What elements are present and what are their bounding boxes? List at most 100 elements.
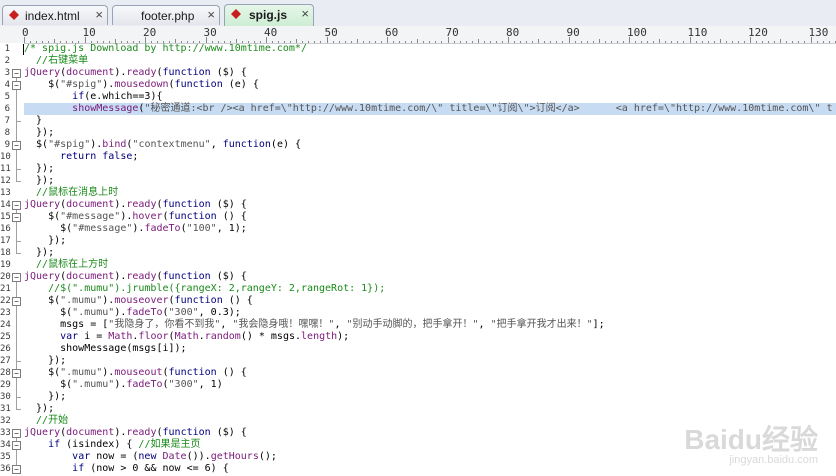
fold-guide	[16, 90, 17, 121]
tab-spig-js[interactable]: spig.js ×	[224, 4, 314, 26]
code-token: });	[24, 127, 55, 138]
code-token: fadeTo	[126, 307, 163, 318]
fold-toggle-icon[interactable]: −	[12, 369, 21, 378]
fold-end	[16, 241, 21, 242]
line-number: 10	[0, 152, 11, 162]
code-token: Math	[174, 331, 199, 342]
code-line[interactable]: return false;	[24, 151, 836, 163]
code-line[interactable]: showMessage(msgs[i]);	[24, 343, 836, 355]
code-token: showMessage	[72, 103, 139, 114]
code-line[interactable]: $("#spig").bind("contextmenu", function(…	[24, 139, 836, 151]
line-number: 32	[0, 416, 11, 426]
code-line[interactable]: $("#message").hover(function () {	[24, 211, 836, 223]
code-token: });	[24, 355, 67, 366]
fold-toggle-icon[interactable]: −	[12, 213, 21, 222]
code-line[interactable]: });	[24, 175, 836, 187]
code-line[interactable]: //$(".mumu").jrumble({rangeX: 2,rangeY: …	[24, 283, 836, 295]
code-line[interactable]: msgs = ["我隐身了，你看不到我", "我会隐身哦！嘿嘿！", "别动手动…	[24, 319, 836, 331]
line-number: 19	[0, 260, 11, 270]
line-number: 16	[0, 224, 11, 234]
code-token: //鼠标在消息上时	[24, 187, 119, 198]
fold-toggle-icon[interactable]: −	[12, 69, 21, 78]
code-line[interactable]: });	[24, 403, 836, 415]
fold-end	[16, 181, 21, 182]
code-line[interactable]: $(".mumu").mouseover(function () {	[24, 295, 836, 307]
code-line[interactable]: //鼠标在上方时	[24, 259, 836, 271]
code-token: });	[24, 247, 55, 258]
close-icon[interactable]: ×	[207, 7, 215, 22]
code-token: ).	[114, 379, 127, 390]
code-token: return false	[60, 151, 133, 162]
code-line[interactable]: $("#spig").mousedown(function (e) {	[24, 79, 836, 91]
code-line[interactable]: });	[24, 355, 836, 367]
code-line[interactable]: });	[24, 163, 836, 175]
code-token: $(	[24, 367, 61, 378]
close-icon[interactable]: ×	[95, 7, 103, 22]
fold-guide	[16, 306, 17, 361]
code-token: );	[337, 331, 350, 342]
code-line[interactable]: }	[24, 115, 836, 127]
code-token: (e) {	[222, 79, 259, 90]
code-line[interactable]: jQuery(document).ready(function ($) {	[24, 67, 836, 79]
code-token: mouseout	[114, 367, 163, 378]
code-token: showMessage(msgs[i]);	[24, 343, 187, 354]
code-line[interactable]: //鼠标在消息上时	[24, 187, 836, 199]
code-editor[interactable]: /* spig.js Download by http://www.10mtim…	[24, 43, 836, 476]
code-token: mousedown	[114, 79, 169, 90]
code-token: $(	[24, 295, 61, 306]
code-token: , 1);	[216, 223, 247, 234]
code-token: ).	[114, 307, 127, 318]
code-line[interactable]: $(".mumu").fadeTo("300", 1)	[24, 379, 836, 391]
line-number: 15	[0, 212, 11, 222]
code-line[interactable]: });	[24, 391, 836, 403]
code-line[interactable]: var i = Math.floor(Math.random() * msgs.…	[24, 331, 836, 343]
code-line[interactable]: jQuery(document).ready(function ($) {	[24, 271, 836, 283]
fold-toggle-icon[interactable]: −	[12, 81, 21, 90]
fold-toggle-icon[interactable]: −	[12, 441, 21, 450]
column-ruler: 0 10 20 30 40 50 60 70 80 90 100 110 120 130	[0, 26, 836, 44]
code-line[interactable]: //右键菜单	[24, 55, 836, 67]
code-token: ".mumu"	[72, 307, 115, 318]
code-token: ($) {	[210, 427, 247, 438]
code-token: ).	[120, 211, 133, 222]
code-line[interactable]: jQuery(document).ready(function ($) {	[24, 199, 836, 211]
code-line[interactable]: $("#message").fadeTo("100", 1);	[24, 223, 836, 235]
red-diamond-icon	[9, 10, 19, 20]
fold-toggle-icon[interactable]: −	[12, 465, 21, 474]
fold-toggle-icon[interactable]: −	[12, 273, 21, 282]
code-token: if	[72, 91, 85, 102]
fold-guide	[16, 222, 17, 241]
close-icon[interactable]: ×	[301, 6, 309, 21]
code-token: bind	[102, 139, 127, 150]
code-token: ).	[114, 427, 127, 438]
code-token: fadeTo	[144, 223, 181, 234]
code-line[interactable]: $(".mumu").fadeTo("300", 0.3);	[24, 307, 836, 319]
tab-index-html[interactable]: index.html ×	[2, 5, 108, 25]
code-line[interactable]: });	[24, 127, 836, 139]
fold-toggle-icon[interactable]: −	[12, 141, 21, 150]
code-line[interactable]: });	[24, 235, 836, 247]
code-token: //$(".mumu").jrumble({rangeX: 2,rangeY: …	[24, 283, 386, 294]
code-line[interactable]: });	[24, 247, 836, 259]
code-token: (e.which==3){	[84, 91, 163, 102]
fold-toggle-icon[interactable]: −	[12, 201, 21, 210]
code-token: ;	[132, 151, 139, 162]
code-token: new	[138, 451, 157, 462]
code-token: /* spig.js Download by http://www.10mtim…	[24, 43, 307, 54]
code-token: ".mumu"	[60, 367, 103, 378]
code-line[interactable]: showMessage("秘密通道:<br /><a href=\"http:/…	[24, 103, 836, 115]
code-token: function	[174, 79, 223, 90]
code-token: ];	[592, 319, 605, 330]
code-line[interactable]: /* spig.js Download by http://www.10mtim…	[24, 43, 836, 55]
code-token: getHours	[210, 451, 259, 462]
code-line[interactable]: $(".mumu").mouseout(function () {	[24, 367, 836, 379]
line-number: 7	[4, 116, 10, 126]
code-token: document	[66, 427, 115, 438]
code-line[interactable]: if(e.which==3){	[24, 91, 836, 103]
fold-toggle-icon[interactable]: −	[12, 297, 21, 306]
code-token: "把手拿开我才出来！"	[490, 319, 593, 330]
fold-toggle-icon[interactable]: −	[12, 429, 21, 438]
tab-footer-php[interactable]: footer.php ×	[112, 5, 220, 25]
